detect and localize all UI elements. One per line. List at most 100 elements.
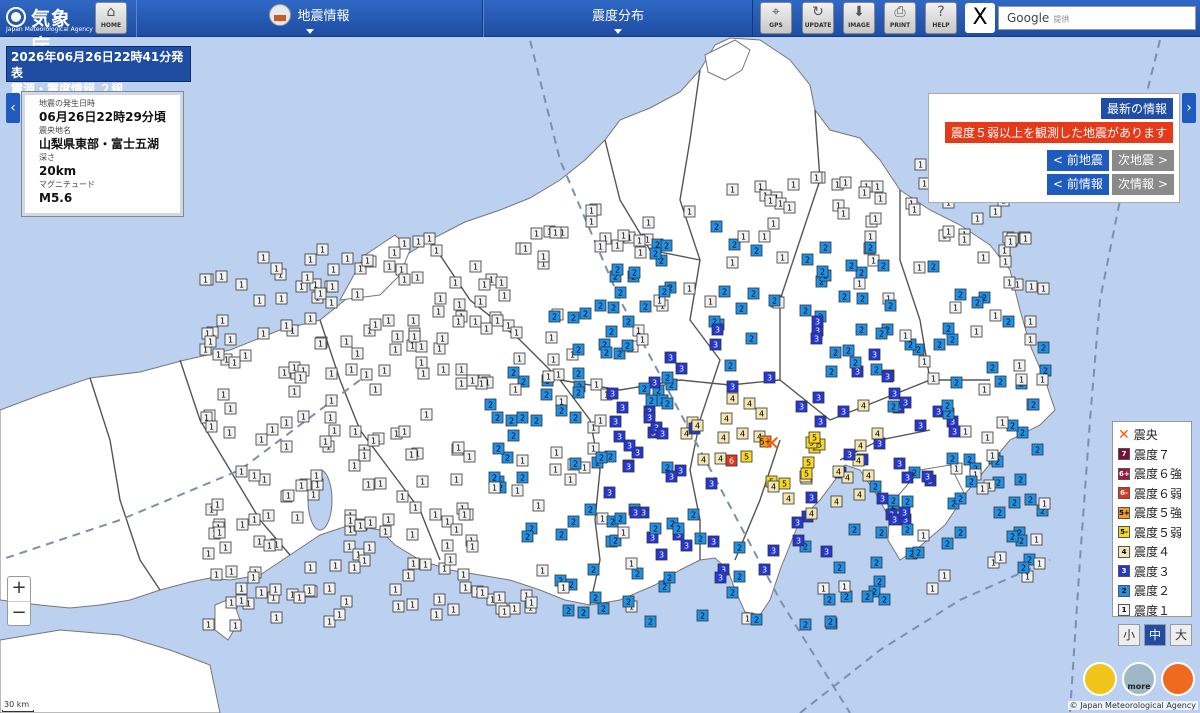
station-marker-label: 4	[845, 474, 850, 483]
book-info-button[interactable]	[1161, 662, 1195, 696]
station-marker-label: 1	[598, 417, 603, 426]
home-button[interactable]: ⌂ HOME	[95, 2, 127, 34]
image-button[interactable]: ⬇ IMAGE	[843, 2, 875, 34]
station-marker-label: 1	[366, 481, 371, 490]
station-marker-label: 4	[861, 402, 866, 411]
station-marker-label: 1	[323, 438, 328, 447]
station-marker-label: 1	[251, 574, 256, 583]
station-marker-label: 1	[771, 220, 776, 229]
station-marker-label: 1	[687, 208, 692, 217]
prev-quake-button[interactable]: < 前地震	[1047, 150, 1109, 171]
station-marker-label: 2	[613, 537, 618, 546]
prev-info-button[interactable]: < 前情報	[1047, 174, 1109, 195]
size-large-button[interactable]: 大	[1170, 624, 1192, 646]
station-marker-label: 3	[617, 433, 622, 442]
station-marker-label: 2	[882, 596, 887, 605]
station-marker-label: 1	[217, 529, 222, 538]
station-marker-label: 4	[771, 483, 776, 492]
jma-logo[interactable]: 気象庁 Japan Meteorological Agency	[4, 2, 93, 57]
station-marker-label: 1	[208, 338, 213, 347]
collapse-right-button[interactable]: ›	[1182, 93, 1196, 123]
size-medium-button[interactable]: 中	[1144, 624, 1166, 646]
station-marker-label: 3	[684, 542, 689, 551]
gps-button[interactable]: ⌖ GPS	[760, 2, 792, 34]
station-marker-label: 1	[420, 478, 425, 487]
station-marker-label: 1	[480, 589, 485, 598]
station-marker-label: 1	[215, 501, 220, 510]
station-marker-label: 1	[921, 532, 926, 541]
station-marker-label: 1	[553, 229, 558, 238]
station-marker-label: 1	[434, 611, 439, 620]
station-marker-label: 3	[647, 414, 652, 423]
more-button[interactable]: more	[1122, 662, 1156, 696]
update-label: UPDATE	[804, 22, 832, 29]
station-marker-label: 3	[903, 399, 908, 408]
print-button[interactable]: ⎙ PRINT	[884, 2, 916, 34]
station-marker-label: 1	[917, 264, 922, 273]
latest-info-button[interactable]: 最新の情報	[1100, 98, 1173, 119]
station-marker-label: 1	[453, 279, 458, 288]
station-marker-label: 1	[454, 476, 459, 485]
station-marker-label: 1	[419, 359, 424, 368]
station-marker-label: 2	[873, 483, 878, 492]
station-marker-label: 1	[762, 233, 767, 242]
station-marker-label: 1	[279, 295, 284, 304]
station-marker-label: 1	[282, 369, 287, 378]
station-marker-label: 2	[958, 529, 963, 538]
station-marker-label: 1	[305, 274, 310, 283]
zoom-out-button[interactable]: −	[8, 601, 30, 625]
station-marker-label: 1	[467, 453, 472, 462]
station-marker-label: 3	[824, 548, 829, 557]
station-marker-label: 1	[297, 594, 302, 603]
update-button[interactable]: ↻ UPDATE	[802, 2, 834, 34]
legend-row: 4 震度４	[1118, 543, 1191, 563]
station-marker-label: 1	[1003, 258, 1008, 267]
station-marker-label: 1	[292, 364, 297, 373]
station-marker-label: 3	[818, 418, 823, 427]
station-marker-label: 1	[484, 325, 489, 334]
station-marker-label: 2	[916, 549, 921, 558]
station-marker-label: 1	[331, 266, 336, 275]
help-button[interactable]: ? HELP	[925, 2, 957, 34]
next-quake-button[interactable]: 次地震 >	[1112, 150, 1174, 171]
station-marker-label: 4	[858, 442, 863, 451]
station-marker-label: 1	[392, 249, 397, 258]
google-search-input[interactable]: Google 提供	[998, 6, 1196, 30]
station-marker-label: 4	[730, 395, 735, 404]
next-info-button[interactable]: 次情報 >	[1112, 174, 1174, 195]
station-marker-label: 3	[607, 489, 612, 498]
station-marker-label: 2	[698, 535, 703, 544]
station-marker-label: 1	[549, 334, 554, 343]
station-marker-label: 4	[718, 455, 723, 464]
station-marker-label: 1	[441, 366, 446, 375]
station-marker-label: 2	[604, 349, 609, 358]
station-marker-label: 1	[473, 263, 478, 272]
station-marker-label: 5	[744, 453, 749, 462]
station-marker-label: 2	[576, 389, 581, 398]
station-marker-label: 3	[652, 379, 657, 388]
question-icon: ?	[937, 4, 945, 20]
legend-epicenter-label: 震央	[1133, 428, 1158, 442]
station-marker-label: 2	[593, 594, 598, 603]
menu-intensity-distribution[interactable]: 震度分布	[483, 0, 753, 37]
station-marker-label: 3	[771, 547, 776, 556]
zoom-in-button[interactable]: +	[8, 577, 30, 601]
station-marker-label: 1	[315, 481, 320, 490]
station-marker-label: 2	[505, 454, 510, 463]
size-small-button[interactable]: 小	[1118, 624, 1140, 646]
collapse-left-button[interactable]: ‹	[6, 93, 20, 123]
station-marker-label: 3	[815, 318, 820, 327]
menu-earthquake-info[interactable]: 地震情報	[136, 0, 483, 37]
station-marker-label: 1	[328, 414, 333, 423]
station-marker-label: 2	[488, 401, 493, 410]
station-marker-label: 1	[352, 564, 357, 573]
tsunami-info-button[interactable]	[1083, 662, 1117, 696]
x-share-button[interactable]: X	[965, 3, 995, 33]
legend-label: 震度５強	[1134, 506, 1183, 520]
station-marker-label: 3	[633, 509, 638, 518]
station-marker-label: 1	[1025, 573, 1030, 582]
station-marker-label: 1	[862, 189, 867, 198]
station-marker-label: 3	[762, 566, 767, 575]
station-marker-label: 1	[355, 350, 360, 359]
station-marker-label: 1	[554, 449, 559, 458]
